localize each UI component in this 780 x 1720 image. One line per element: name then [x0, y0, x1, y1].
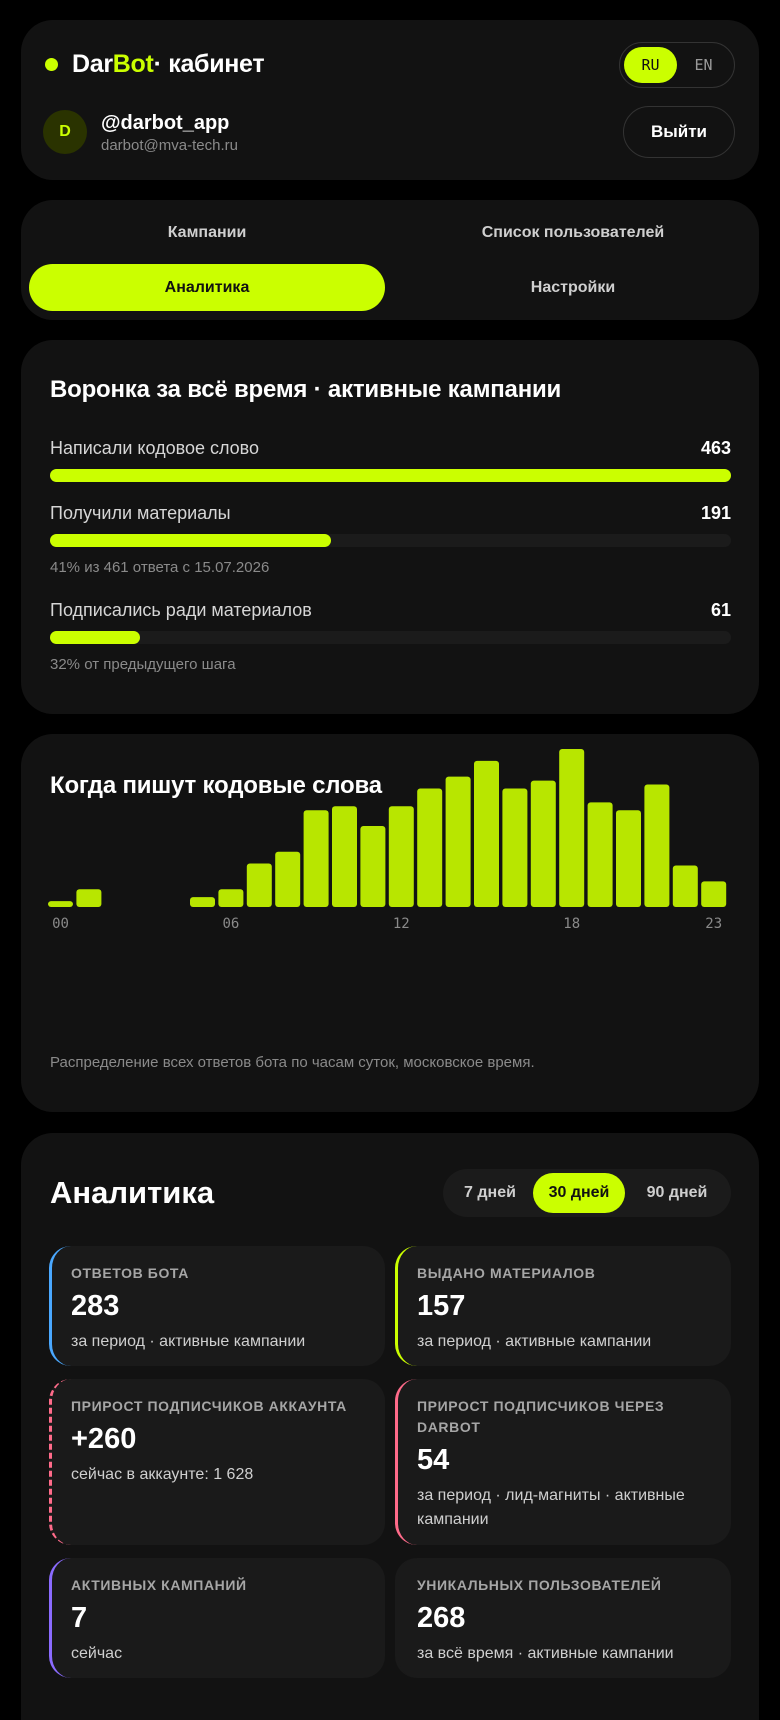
stat-sub: сейчас: [71, 1645, 123, 1662]
stat-value: 268: [417, 1602, 466, 1634]
funnel-step-bar-fill: [50, 631, 140, 644]
hour-bar-18: [559, 749, 585, 907]
stat-sub: за всё время · активные кампании: [417, 1645, 674, 1662]
logout-button[interactable]: Выйти: [623, 106, 735, 158]
hour-bar-20: [616, 810, 641, 907]
hour-bar-16: [502, 788, 528, 907]
hours-chart-caption: Распределение всех ответов бота по часам…: [50, 1054, 535, 1071]
stat-value: +260: [71, 1423, 137, 1455]
hour-tick-label: 00: [52, 916, 69, 932]
hour-bar-22: [672, 865, 698, 907]
app-brand: Dar Bot · кабинет: [45, 50, 265, 79]
hour-bar-07: [246, 863, 272, 907]
hour-bar-14: [445, 776, 471, 907]
username: @darbot_app: [101, 112, 230, 134]
stat-sub: сейчас в аккаунте: 1 628: [71, 1466, 254, 1483]
hour-bar-10: [332, 806, 357, 907]
stat-card-bot-replies: ОТВЕТОВ БОТА 283 за период · активные ка…: [49, 1246, 385, 1366]
nav-tabs: Кампании Список пользователей Аналитика …: [21, 200, 759, 320]
hour-bar-12: [388, 806, 414, 907]
funnel-step-note: 32% от предыдущего шага: [50, 656, 236, 673]
status-dot-icon: [45, 58, 58, 71]
funnel-step-value: 463: [700, 438, 731, 458]
period-90-days-button[interactable]: 90 дней: [627, 1173, 727, 1213]
funnel-step-bar-fill: [50, 534, 332, 547]
hour-tick-label: 12: [393, 916, 410, 932]
hours-bar-chart: 00 06 12 18 23: [48, 749, 727, 932]
funnel-step-label: Написали кодовое слово: [50, 438, 260, 458]
funnel-step-value: 191: [700, 503, 731, 523]
stat-sub: за период · активные кампании: [417, 1333, 652, 1350]
tab-settings[interactable]: Настройки: [395, 264, 751, 311]
funnel-step-bar: [50, 469, 731, 482]
hour-bar-17: [530, 780, 556, 907]
analytics-title: Аналитика: [50, 1175, 215, 1210]
funnel-step-bar-fill: [50, 469, 731, 482]
stat-label: ОТВЕТОВ БОТА: [71, 1265, 189, 1281]
hour-tick-label: 18: [563, 916, 580, 932]
hour-bar-19: [587, 802, 613, 907]
stat-label: ВЫДАНО МАТЕРИАЛОВ: [417, 1265, 596, 1281]
hour-bar-09: [303, 810, 329, 907]
period-30-days-button[interactable]: 30 дней: [533, 1173, 625, 1213]
hour-bar-15: [474, 760, 499, 907]
funnel-card: Воронка за всё время · активные кампании…: [21, 340, 759, 714]
tab-analytics[interactable]: Аналитика: [29, 264, 385, 311]
stat-card-account-followers: ПРИРОСТ ПОДПИСЧИКОВ АККАУНТА +260 сейчас…: [49, 1379, 385, 1545]
hour-bar-13: [417, 788, 443, 907]
hour-bar-06: [218, 889, 244, 907]
hour-bar-05: [190, 897, 215, 907]
stat-value: 157: [417, 1290, 466, 1322]
funnel-step-bar: [50, 534, 731, 547]
stat-value: 283: [71, 1290, 120, 1322]
analytics-card: Аналитика 7 дней 30 дней 90 дней ОТВЕТОВ…: [21, 1133, 759, 1720]
lang-ru-button[interactable]: RU: [624, 47, 677, 83]
brand-suffix: · кабинет: [153, 50, 265, 78]
stat-sub: за период · активные кампании: [71, 1333, 306, 1350]
brand-name-part1: Dar: [72, 50, 113, 78]
hour-bar-01: [76, 889, 102, 907]
stat-label: УНИКАЛЬНЫХ ПОЛЬЗОВАТЕЛЕЙ: [417, 1577, 662, 1593]
stat-value: 54: [417, 1444, 450, 1476]
avatar: D: [43, 110, 87, 154]
tab-campaigns[interactable]: Кампании: [29, 209, 385, 256]
hour-bar-21: [644, 784, 670, 907]
period-7-days-button[interactable]: 7 дней: [447, 1173, 533, 1213]
language-switch: RU EN: [619, 42, 735, 88]
hour-tick-label: 06: [222, 916, 239, 932]
funnel-step-label: Подписались ради материалов: [50, 600, 312, 620]
hour-tick-label: 23: [705, 916, 722, 932]
header-card: Dar Bot · кабинет RU EN D @darbot_app dar…: [21, 20, 759, 180]
stat-label: ПРИРОСТ ПОДПИСЧИКОВ ЧЕРЕЗ DARBOT: [417, 1398, 665, 1435]
stat-label: АКТИВНЫХ КАМПАНИЙ: [71, 1577, 247, 1593]
stat-value: 7: [71, 1602, 88, 1634]
user-email: darbot@mva-tech.ru: [101, 137, 238, 154]
stat-card-unique-users: УНИКАЛЬНЫХ ПОЛЬЗОВАТЕЛЕЙ 268 за всё врем…: [395, 1558, 731, 1678]
stat-card-darbot-followers: ПРИРОСТ ПОДПИСЧИКОВ ЧЕРЕЗ DARBOT 54 за п…: [395, 1379, 731, 1545]
stat-label: ПРИРОСТ ПОДПИСЧИКОВ АККАУНТА: [71, 1398, 347, 1414]
funnel-step-bar: [50, 631, 731, 644]
funnel-step-label: Получили материалы: [50, 503, 231, 523]
brand-name-part2: Bot: [112, 50, 154, 78]
hour-bar-00: [48, 901, 73, 907]
period-switch: 7 дней 30 дней 90 дней: [443, 1169, 731, 1217]
tab-users[interactable]: Список пользователей: [395, 209, 751, 256]
stat-card-materials-issued: ВЫДАНО МАТЕРИАЛОВ 157 за период · активн…: [395, 1246, 731, 1366]
funnel-step-value: 61: [710, 600, 731, 620]
funnel-title: Воронка за всё время · активные кампании: [50, 376, 562, 403]
lang-en-button[interactable]: EN: [677, 47, 730, 83]
funnel-step-note: 41% из 461 ответа с 15.07.2026: [50, 559, 270, 576]
hour-bar-23: [701, 881, 727, 907]
stat-card-active-campaigns: АКТИВНЫХ КАМПАНИЙ 7 сейчас: [49, 1558, 385, 1678]
stat-sub: за период · лид-магниты · активные кампа…: [417, 1487, 685, 1528]
hour-bar-11: [360, 826, 386, 907]
hour-bar-08: [275, 851, 301, 907]
hours-chart-card: Когда пишут кодовые слова 00 06 12 18 23 Рас…: [21, 734, 759, 1112]
